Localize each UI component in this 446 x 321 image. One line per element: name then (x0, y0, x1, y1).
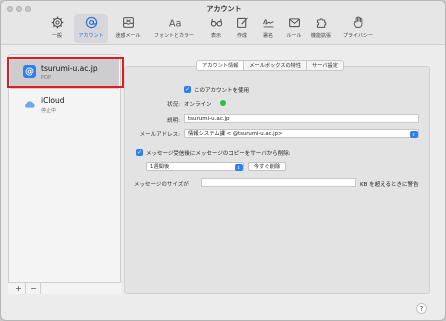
description-field[interactable]: tsurumi-u.ac.jp (184, 114, 419, 123)
toolbar-label: ルール (286, 33, 302, 39)
toolbar-label: 迷惑メール (115, 33, 141, 39)
gear-icon (51, 16, 64, 29)
toolbar-label: 一般 (51, 33, 62, 39)
toolbar-extensions[interactable]: 機能拡張 (306, 14, 336, 43)
toolbar-rules[interactable]: ルール (282, 14, 306, 43)
at-badge-icon: @ (23, 65, 36, 78)
remove-after-popup[interactable]: 1週間後 ⇕ (146, 162, 244, 171)
toolbar-label: フォントとカラー (153, 33, 194, 39)
toolbar-junk[interactable]: 迷惑メール (111, 14, 145, 43)
enable-account-label: このアカウントを使用 (194, 88, 250, 94)
title-bar: アカウント 一般 アカウント 迷惑メール Aa フォントとカラー 表示 作成 署… (1, 1, 445, 45)
remove-after-value: 1週間後 (150, 164, 170, 170)
toolbar-general[interactable]: 一般 (45, 14, 69, 43)
status-online-indicator (220, 100, 226, 106)
chevron-updown-icon: ⇕ (409, 130, 418, 138)
remove-now-button[interactable]: 今すぐ削除 (248, 162, 286, 171)
toolbar-label: アカウント (78, 33, 104, 39)
tab-account-info[interactable]: アカウント情報 (197, 61, 245, 70)
size-warning-suffix: KB を超えるときに警告 (360, 182, 419, 188)
preferences-window: アカウント 一般 アカウント 迷惑メール Aa フォントとカラー 表示 作成 署… (0, 0, 446, 321)
at-icon (85, 16, 98, 29)
cloud-icon (23, 97, 36, 110)
account-status: 停止中 (41, 108, 57, 114)
toolbar-signatures[interactable]: 署名 (256, 14, 280, 43)
toolbar-label: 作成 (236, 33, 247, 39)
status-label: 状況: (167, 102, 180, 108)
toolbar-label: プライバシー (343, 33, 373, 39)
toolbar-label: 署名 (262, 33, 273, 39)
toolbar-accounts[interactable]: アカウント (74, 14, 108, 43)
font-icon: Aa (168, 16, 180, 29)
hand-icon (352, 16, 365, 29)
tab-server-settings[interactable]: サーバ設定 (307, 61, 343, 70)
remove-account-button[interactable]: − (27, 283, 41, 294)
toolbar-label: 表示 (210, 33, 221, 39)
account-item-icloud[interactable]: iCloud 停止中 (10, 91, 119, 121)
tab-mailbox-behaviors[interactable]: メールボックスの特性 (244, 61, 308, 70)
toolbar-privacy[interactable]: プライバシー (338, 14, 378, 43)
toolbar-label: 機能拡張 (310, 33, 331, 39)
email-address-popup[interactable]: 情報システム課 < @tsurumi-u.ac.jp> ⇕ (184, 129, 419, 138)
size-warning-label: メッセージのサイズが (134, 182, 189, 188)
toolbar-composing[interactable]: 作成 (230, 14, 254, 43)
rules-envelope-icon (288, 16, 301, 29)
junk-tray-icon (122, 16, 135, 29)
account-name: tsurumi-u.ac.jp (41, 64, 98, 73)
email-address-value: 情報システム課 < @tsurumi-u.ac.jp> (188, 131, 283, 137)
enable-account-checkbox[interactable]: ✓ (184, 86, 191, 93)
accounts-sidebar: @ tsurumi-u.ac.jp POP iCloud 停止中 (8, 54, 121, 294)
account-name: iCloud (41, 96, 65, 105)
email-label: メールアドレス: (139, 132, 180, 138)
remove-copy-checkbox[interactable]: ✓ (136, 149, 143, 156)
status-value: オンライン (184, 102, 212, 108)
glasses-icon (210, 16, 223, 29)
size-warning-field[interactable] (201, 178, 356, 187)
signature-icon (262, 16, 275, 29)
window-title: アカウント (206, 5, 242, 13)
add-account-button[interactable]: + (12, 283, 26, 294)
puzzle-icon (315, 16, 328, 29)
account-type: POP (41, 75, 51, 81)
tab-bar: アカウント情報 メールボックスの特性 サーバ設定 (196, 60, 344, 71)
toolbar-viewing[interactable]: 表示 (204, 14, 228, 43)
sidebar-footer: + − (8, 282, 121, 294)
description-label: 説明: (167, 118, 180, 124)
help-button[interactable]: ? (416, 303, 427, 314)
account-item-tsurumi[interactable]: @ tsurumi-u.ac.jp POP (10, 59, 119, 89)
chevron-updown-icon: ⇕ (234, 163, 243, 171)
remove-copy-label: メッセージ受信後にメッセージのコピーをサーバから削除: (146, 151, 291, 157)
toolbar-fonts[interactable]: Aa フォントとカラー (148, 14, 200, 43)
compose-icon (236, 16, 249, 29)
svg-text:Aa: Aa (168, 19, 180, 29)
